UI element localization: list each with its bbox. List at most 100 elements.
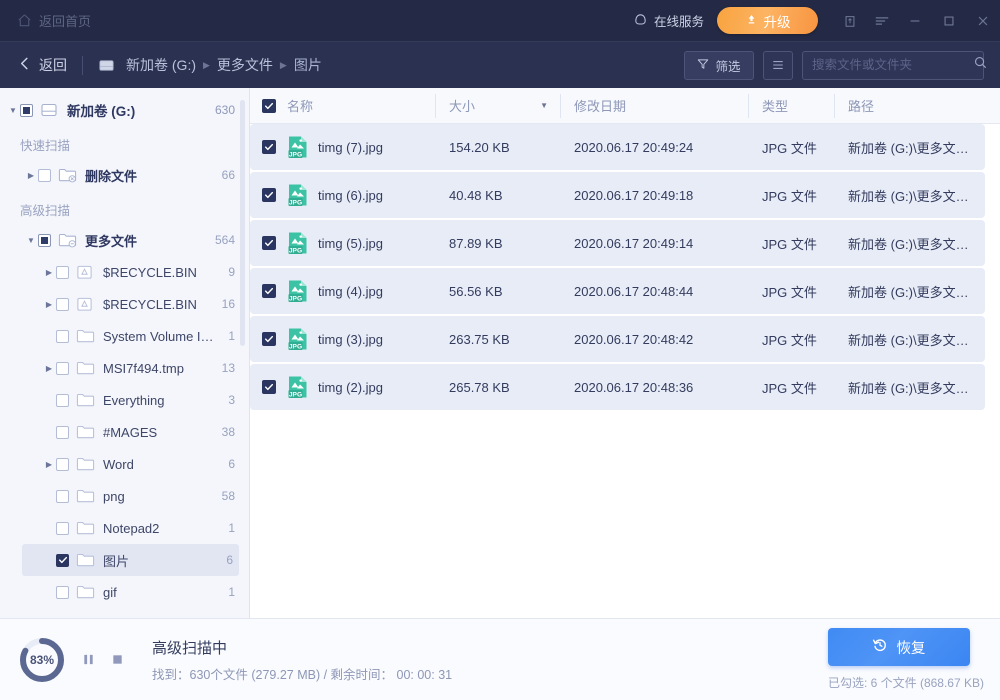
cell-size: 265.78 KB xyxy=(435,380,560,395)
tree-item-label: $RECYCLE.BIN xyxy=(103,265,197,280)
close-icon[interactable] xyxy=(966,0,1000,41)
tree-item-label: 更多文件 xyxy=(85,231,137,250)
column-header-size[interactable]: 大小 ▼ xyxy=(435,88,560,124)
back-button[interactable]: 返回 xyxy=(18,55,67,75)
row-checkbox[interactable] xyxy=(262,236,276,250)
tree-checkbox[interactable] xyxy=(56,298,69,311)
tree-item--recycle-bin[interactable]: ▶$RECYCLE.BIN16 xyxy=(0,288,249,320)
tree-checkbox[interactable] xyxy=(56,554,69,567)
tree-checkbox[interactable] xyxy=(56,426,69,439)
chevron-right-icon[interactable]: ▶ xyxy=(24,171,38,180)
tree-checkbox[interactable] xyxy=(56,458,69,471)
cell-date: 2020.06.17 20:48:36 xyxy=(560,380,748,395)
chevron-right-icon[interactable]: ▶ xyxy=(42,460,56,469)
search-icon[interactable] xyxy=(973,55,988,75)
tree-item-word[interactable]: ▶Word6 xyxy=(0,448,249,480)
tree-item-count: 66 xyxy=(214,168,235,182)
table-row[interactable]: JPGtimg (7).jpg154.20 KB2020.06.17 20:49… xyxy=(250,124,985,170)
tree-item-msi7f494-tmp[interactable]: ▶MSI7f494.tmp13 xyxy=(0,352,249,384)
column-header-path-label: 路径 xyxy=(848,96,874,115)
minimize-icon[interactable] xyxy=(898,0,932,41)
column-header-name[interactable]: 名称 xyxy=(250,88,435,124)
tree-item--[interactable]: ▶删除文件66 xyxy=(0,159,249,191)
table-row[interactable]: JPGtimg (4).jpg56.56 KB2020.06.17 20:48:… xyxy=(250,268,985,314)
recover-button[interactable]: 恢复 xyxy=(828,628,970,666)
tree-item-system-volume-inf-[interactable]: System Volume Inf...1 xyxy=(0,320,249,352)
chevron-right-icon[interactable]: ▶ xyxy=(42,364,56,373)
tree-checkbox[interactable] xyxy=(20,104,33,117)
column-header-type-label: 类型 xyxy=(762,96,788,115)
tree-item-png[interactable]: png58 xyxy=(0,480,249,512)
cell-date: 2020.06.17 20:49:14 xyxy=(560,236,748,251)
column-header-type[interactable]: 类型 xyxy=(748,88,834,124)
cell-path: 新加卷 (G:)\更多文件... xyxy=(834,138,985,157)
chevron-right-icon[interactable]: ▶ xyxy=(42,300,56,309)
search-box[interactable] xyxy=(802,51,984,80)
tree-item--recycle-bin[interactable]: ▶$RECYCLE.BIN9 xyxy=(0,256,249,288)
list-view-icon[interactable] xyxy=(763,51,793,80)
caret-down-icon[interactable]: ▼ xyxy=(540,101,548,110)
cell-date: 2020.06.17 20:49:18 xyxy=(560,188,748,203)
folder-tree: ▼新加卷 (G:)630快速扫描▶删除文件66高级扫描▼更多文件564▶$REC… xyxy=(0,88,249,618)
recycle-icon xyxy=(76,296,96,312)
row-checkbox[interactable] xyxy=(262,380,276,394)
table-row[interactable]: JPGtimg (3).jpg263.75 KB2020.06.17 20:48… xyxy=(250,316,985,362)
breadcrumb-item-1[interactable]: 更多文件 xyxy=(217,55,273,75)
row-checkbox[interactable] xyxy=(262,188,276,202)
tree-item-count: 630 xyxy=(207,103,235,117)
tree-item--mages[interactable]: #MAGES38 xyxy=(0,416,249,448)
maximize-icon[interactable] xyxy=(932,0,966,41)
table-row[interactable]: JPGtimg (6).jpg40.48 KB2020.06.17 20:49:… xyxy=(250,172,985,218)
table-row[interactable]: JPGtimg (2).jpg265.78 KB2020.06.17 20:48… xyxy=(250,364,985,410)
tree-checkbox[interactable] xyxy=(56,586,69,599)
filter-button[interactable]: 筛选 xyxy=(684,51,754,80)
share-icon[interactable] xyxy=(834,0,866,41)
tree-checkbox[interactable] xyxy=(56,330,69,343)
menu-icon[interactable] xyxy=(866,0,898,41)
tree-item-label: Notepad2 xyxy=(103,521,159,536)
breadcrumb-item-2[interactable]: 图片 xyxy=(294,55,322,75)
select-all-checkbox[interactable] xyxy=(262,99,276,113)
online-service-button[interactable]: 在线服务 xyxy=(633,11,704,30)
tree-checkbox[interactable] xyxy=(38,234,51,247)
folder-icon xyxy=(76,584,96,600)
column-header-date[interactable]: 修改日期 xyxy=(560,88,748,124)
row-checkbox[interactable] xyxy=(262,332,276,346)
tree-checkbox[interactable] xyxy=(56,522,69,535)
stop-icon[interactable] xyxy=(111,652,124,667)
tree-item--[interactable]: 图片6 xyxy=(22,544,239,576)
tree-checkbox[interactable] xyxy=(56,362,69,375)
tree-item--[interactable]: ▼更多文件564 xyxy=(0,224,249,256)
tree-item-everything[interactable]: Everything3 xyxy=(0,384,249,416)
online-service-label: 在线服务 xyxy=(654,11,704,30)
cell-name: JPGtimg (7).jpg xyxy=(250,135,435,159)
tree-item-jpg[interactable]: jpg39 xyxy=(0,608,249,618)
tree-item-gif[interactable]: gif1 xyxy=(0,576,249,608)
nav-tools: 筛选 xyxy=(684,51,984,80)
breadcrumb-item-0[interactable]: 新加卷 (G:) xyxy=(126,55,196,75)
chevron-down-icon[interactable]: ▼ xyxy=(24,236,38,245)
tree-item-root[interactable]: ▼新加卷 (G:)630 xyxy=(0,94,249,126)
chevron-right-icon[interactable]: ▶ xyxy=(42,268,56,277)
search-input[interactable] xyxy=(812,58,973,72)
chevron-down-icon[interactable]: ▼ xyxy=(6,106,20,115)
sidebar-scrollbar[interactable] xyxy=(240,100,245,346)
tree-item-count: 58 xyxy=(214,489,235,503)
column-header-path[interactable]: 路径 xyxy=(834,88,1000,124)
tree-item-count: 38 xyxy=(214,425,235,439)
tree-checkbox[interactable] xyxy=(56,490,69,503)
row-checkbox[interactable] xyxy=(262,140,276,154)
scan-status: 高级扫描中 找到：630个文件 (279.27 MB) / 剩余时间： 00: … xyxy=(152,637,452,683)
tree-item-label: 图片 xyxy=(103,551,129,570)
upgrade-button[interactable]: 升级 xyxy=(717,7,818,34)
pause-icon[interactable] xyxy=(82,652,95,667)
row-checkbox[interactable] xyxy=(262,284,276,298)
tree-item-count: 1 xyxy=(220,329,235,343)
tree-checkbox[interactable] xyxy=(56,266,69,279)
file-name: timg (4).jpg xyxy=(318,284,383,299)
table-row[interactable]: JPGtimg (5).jpg87.89 KB2020.06.17 20:49:… xyxy=(250,220,985,266)
tree-checkbox[interactable] xyxy=(38,169,51,182)
tree-checkbox[interactable] xyxy=(56,394,69,407)
home-button[interactable]: 返回首页 xyxy=(17,11,91,30)
tree-item-notepad2[interactable]: Notepad21 xyxy=(0,512,249,544)
